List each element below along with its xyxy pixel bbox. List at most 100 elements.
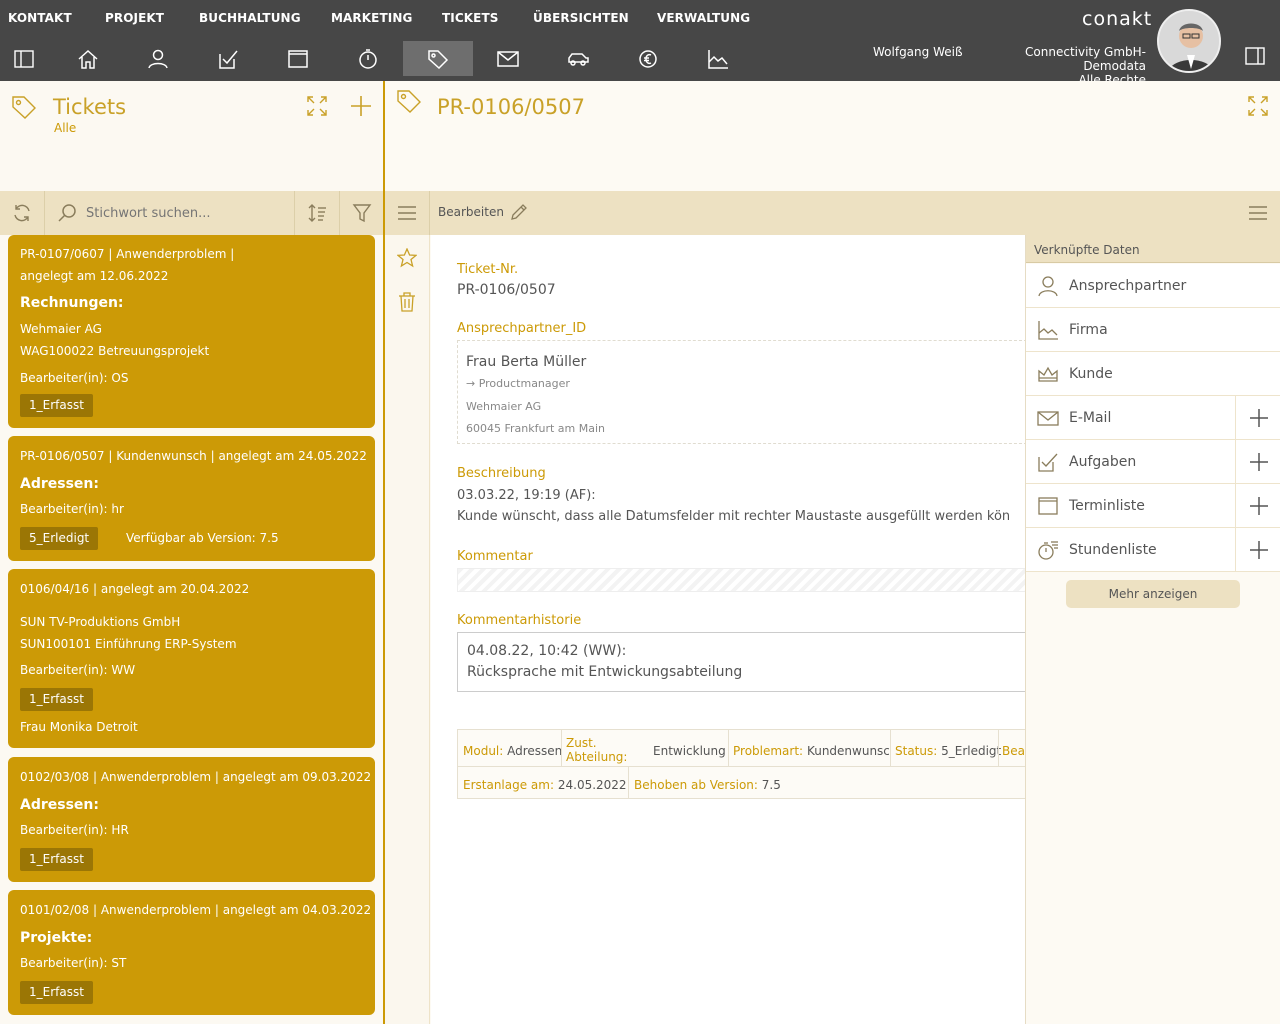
- menu-verwaltung[interactable]: VERWALTUNG: [657, 11, 750, 25]
- sort-icon[interactable]: [294, 191, 339, 235]
- linked-timesheet[interactable]: Stundenliste: [1026, 528, 1280, 572]
- comment-history-box: 04.08.22, 10:42 (WW): Rücksprache mit En…: [457, 632, 1027, 692]
- linked-item-label: E-Mail: [1069, 410, 1112, 426]
- filter-subtitle[interactable]: Alle: [54, 121, 76, 135]
- ticket-card[interactable]: PR-0106/0507 | Kundenwunsch | angelegt a…: [8, 436, 375, 561]
- card-heading: Projekte:: [20, 930, 93, 946]
- contact-name: Frau Berta Müller: [466, 354, 587, 370]
- add-appointment-button[interactable]: [1235, 484, 1280, 528]
- avatar[interactable]: [1157, 9, 1221, 73]
- menu-buchhaltung[interactable]: BUCHHALTUNG: [199, 11, 301, 25]
- linked-customer[interactable]: Kunde: [1026, 352, 1280, 396]
- card-line: Wehmaier AG: [20, 322, 102, 336]
- accounting-euro-gear-icon[interactable]: [613, 41, 683, 76]
- action-column: [385, 235, 430, 1024]
- chart-stats-icon[interactable]: [683, 41, 753, 76]
- crown-icon: [1037, 363, 1059, 385]
- menu-kontakt[interactable]: KONTAKT: [8, 11, 72, 25]
- menu-uebersichten[interactable]: ÜBERSICHTEN: [533, 11, 629, 25]
- linked-data-panel: Verknüpfte Daten Ansprechpartner Firma K…: [1025, 235, 1280, 1024]
- stopwatch-icon: [1037, 539, 1059, 561]
- search-toolbar: [0, 191, 383, 235]
- ticket-detail-panel: PR-0106/0507 Bearbeiten Ticket-Nr. PR-01…: [385, 81, 1280, 1024]
- home-icon[interactable]: [53, 41, 123, 76]
- ticket-card[interactable]: 0101/02/08 | Anwenderproblem | angelegt …: [8, 890, 375, 1015]
- contact-company: Wehmaier AG: [466, 400, 542, 413]
- linked-contact-person[interactable]: Ansprechpartner: [1026, 264, 1280, 308]
- filter-icon[interactable]: [339, 191, 383, 235]
- ticket-card[interactable]: 0102/03/08 | Anwenderproblem | angelegt …: [8, 757, 375, 882]
- user-name[interactable]: Wolfgang Weiß: [873, 45, 963, 59]
- edit-button[interactable]: Bearbeiten: [438, 203, 528, 221]
- search-icon: [57, 203, 77, 223]
- description-label: Beschreibung: [457, 466, 546, 481]
- comment-field[interactable]: [457, 568, 1027, 592]
- contact-box[interactable]: Frau Berta Müller → Productmanager Wehma…: [457, 340, 1027, 444]
- toggle-right-panel-icon[interactable]: [1245, 47, 1265, 65]
- linked-appointments[interactable]: Terminliste: [1026, 484, 1280, 528]
- edit-label: Bearbeiten: [438, 205, 504, 219]
- contact-role: → Productmanager: [466, 377, 570, 390]
- refresh-icon[interactable]: [0, 191, 45, 235]
- linked-item-label: Aufgaben: [1069, 454, 1137, 470]
- contact-city: 60045 Frankfurt am Main: [466, 422, 606, 435]
- linked-email[interactable]: E-Mail: [1026, 396, 1280, 440]
- info-problem-type: Problemart: Kundenwunsch: [733, 744, 889, 758]
- card-header: 0102/03/08 | Anwenderproblem | angelegt …: [20, 770, 372, 784]
- timer-icon[interactable]: [333, 41, 403, 76]
- ticket-form: Ticket-Nr. PR-0106/0507 Ansprechpartner_…: [431, 235, 1027, 1024]
- star-icon[interactable]: [397, 248, 417, 268]
- app-logo: conakt: [1082, 8, 1153, 30]
- add-ticket-button[interactable]: [350, 95, 372, 117]
- contact-person-icon[interactable]: [123, 41, 193, 76]
- top-bar: KONTAKT PROJEKT BUCHHALTUNG MARKETING TI…: [0, 0, 1280, 87]
- tag-icon: [11, 95, 37, 119]
- show-more-button[interactable]: Mehr anzeigen: [1066, 580, 1240, 608]
- linked-company[interactable]: Firma: [1026, 308, 1280, 352]
- ticket-number-label: Ticket-Nr.: [457, 262, 519, 277]
- linked-item-label: Stundenliste: [1069, 542, 1157, 558]
- card-worker: Bearbeiter(in): WW: [20, 663, 136, 677]
- linked-item-label: Terminliste: [1069, 498, 1145, 514]
- info-modul: Modul: Adressen: [463, 744, 563, 758]
- card-header: 0101/02/08 | Anwenderproblem | angelegt …: [20, 903, 372, 917]
- info-created: Erstanlage am: 24.05.2022: [463, 778, 627, 792]
- toggle-left-panel-icon[interactable]: [0, 41, 59, 76]
- search-input[interactable]: [86, 201, 286, 225]
- company-name: Connectivity GmbH-Demodata: [1025, 45, 1146, 73]
- card-header: 0106/04/16 | angelegt am 20.04.2022: [20, 582, 250, 596]
- status-badge: 1_Erfasst: [20, 981, 93, 1004]
- ticket-number-value: PR-0106/0507: [457, 282, 556, 298]
- card-worker: Bearbeiter(in): hr: [20, 502, 124, 516]
- add-timesheet-button[interactable]: [1235, 528, 1280, 572]
- history-line: 04.08.22, 10:42 (WW):: [467, 643, 627, 659]
- more-menu-icon[interactable]: [1235, 191, 1280, 235]
- expand-icon[interactable]: [306, 95, 328, 117]
- linked-item-label: Ansprechpartner: [1069, 278, 1187, 294]
- linked-tasks[interactable]: Aufgaben: [1026, 440, 1280, 484]
- ticket-card[interactable]: 0106/04/16 | angelegt am 20.04.2022 SUN …: [8, 569, 375, 748]
- add-task-button[interactable]: [1235, 440, 1280, 484]
- card-line: SUN100101 Einführung ERP-System: [20, 637, 237, 651]
- menu-marketing[interactable]: MARKETING: [331, 11, 412, 25]
- trash-icon[interactable]: [398, 292, 416, 312]
- pencil-icon: [510, 203, 528, 221]
- add-email-button[interactable]: [1235, 396, 1280, 440]
- expand-icon[interactable]: [1247, 95, 1269, 117]
- info-fixed-version: Behoben ab Version: 7.5: [634, 778, 781, 792]
- card-line: WAG100022 Betreuungsprojekt: [20, 344, 210, 358]
- person-icon: [1037, 275, 1059, 297]
- tasks-check-icon[interactable]: [193, 41, 263, 76]
- car-icon[interactable]: [543, 41, 613, 76]
- mail-icon[interactable]: [473, 41, 543, 76]
- ticket-card[interactable]: PR-0107/0607 | Anwenderproblem | angeleg…: [8, 235, 375, 428]
- menu-tickets[interactable]: TICKETS: [442, 11, 498, 25]
- card-worker: Bearbeiter(in): OS: [20, 371, 129, 385]
- menu-projekt[interactable]: PROJEKT: [105, 11, 164, 25]
- linked-data-header: Verknüpfte Daten: [1026, 235, 1280, 263]
- info-department-label: Zust. Abteilung:: [566, 736, 628, 764]
- tickets-tag-icon[interactable]: [403, 41, 473, 76]
- status-badge: 1_Erfasst: [20, 394, 93, 417]
- menu-icon[interactable]: [385, 191, 430, 235]
- calendar-window-icon[interactable]: [263, 41, 333, 76]
